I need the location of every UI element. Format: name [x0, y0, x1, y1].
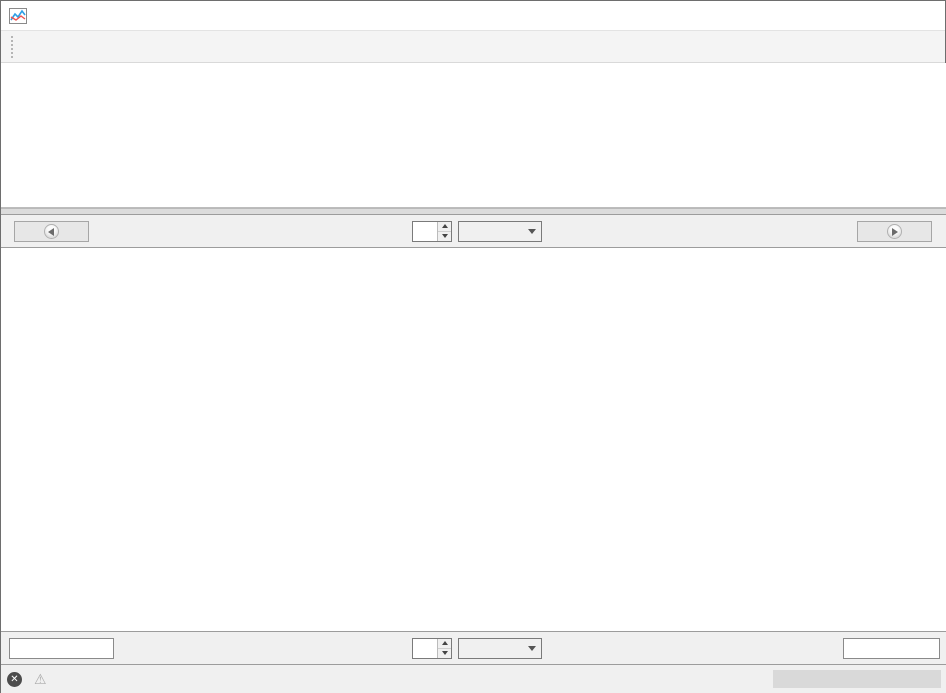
display-unit-select[interactable]: [458, 637, 542, 659]
maximize-button[interactable]: [853, 1, 899, 31]
display-step-up[interactable]: [438, 638, 451, 649]
toolbar: [1, 31, 945, 63]
status-bar: ✕ ⚠: [1, 665, 946, 693]
navigate-step-down[interactable]: [438, 231, 451, 241]
toolbar-grip[interactable]: [11, 35, 15, 58]
main-chart-panel: [1, 248, 946, 631]
bluem-wave-window: ✕ ⚠: [0, 0, 946, 693]
minimize-button[interactable]: [807, 1, 853, 31]
chevron-down-icon: [528, 228, 536, 234]
navigate-unit-select[interactable]: [458, 220, 542, 242]
close-button[interactable]: [899, 1, 945, 31]
panel-splitter[interactable]: [1, 208, 946, 215]
chevron-down-icon: [528, 645, 536, 651]
navigate-forward-icon: [887, 224, 902, 239]
display-end-date[interactable]: [843, 638, 940, 659]
overview-chart[interactable]: [1, 63, 946, 208]
app-icon: [9, 7, 27, 24]
navigate-step-spinner: [412, 220, 452, 242]
display-step-down[interactable]: [438, 648, 451, 658]
display-step-spinner: [412, 637, 452, 659]
navigate-step-input[interactable]: [413, 221, 437, 241]
progress-placeholder: [773, 670, 941, 688]
warning-icon: ⚠: [34, 671, 47, 687]
overview-chart-panel: [1, 63, 946, 208]
titlebar: [1, 1, 945, 31]
navigate-step-up[interactable]: [438, 221, 451, 232]
navigate-forward-button[interactable]: [857, 221, 932, 242]
footer-panel: [1, 631, 946, 665]
main-chart[interactable]: [1, 248, 946, 631]
display-step-input[interactable]: [413, 638, 437, 658]
navigation-panel: [1, 215, 946, 248]
errors-icon: ✕: [7, 672, 22, 687]
